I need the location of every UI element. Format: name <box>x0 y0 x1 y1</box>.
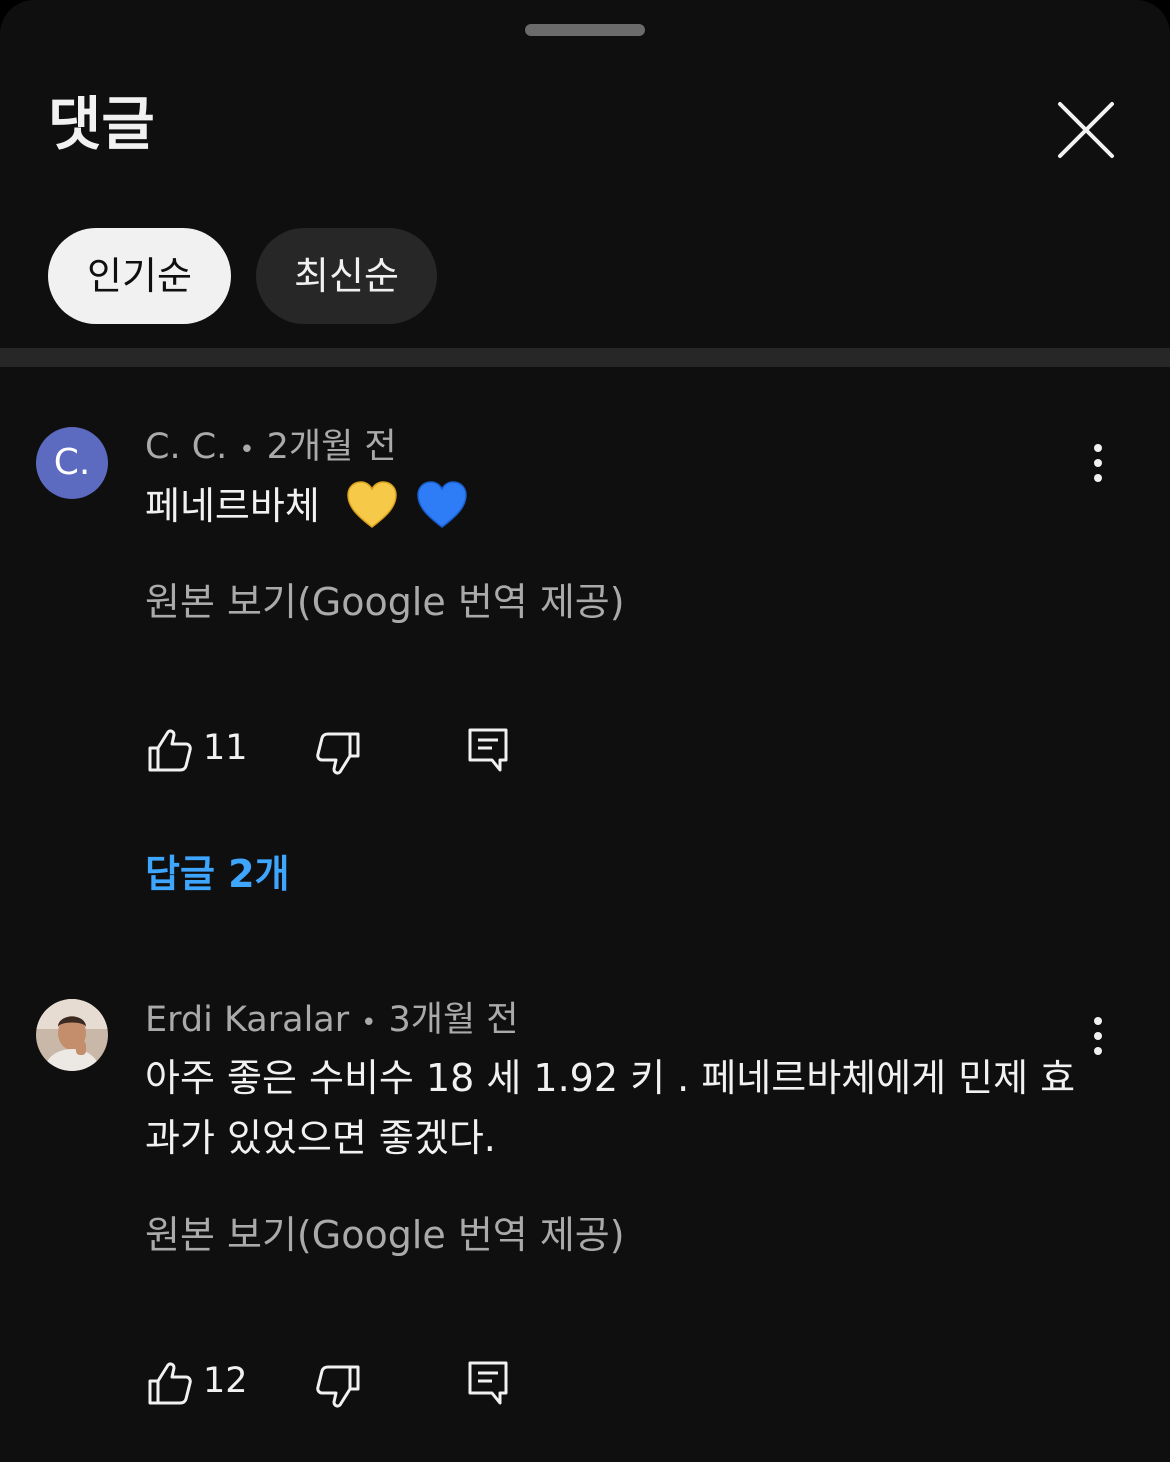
comment-text: 페네르바체 <box>145 476 1105 536</box>
close-icon[interactable] <box>1052 96 1120 164</box>
meta-separator: • <box>361 1008 377 1038</box>
sort-chip-top[interactable]: 인기순 <box>48 228 231 324</box>
comment-text-body: 페네르바체 <box>145 484 320 528</box>
section-divider <box>0 348 1170 367</box>
replies-link[interactable]: 답글 2개 <box>145 850 290 898</box>
reply-icon[interactable] <box>464 1359 512 1407</box>
comment-time: 2개월 전 <box>266 427 397 467</box>
like-count: 11 <box>203 728 248 768</box>
comments-sheet: 댓글 인기순 최신순 C. C. C. • 2개월 전 페네르바체 원본 보기(Go… <box>0 0 1170 1462</box>
sheet-title: 댓글 <box>48 90 155 158</box>
comment-author[interactable]: Erdi Karalar <box>145 1000 349 1040</box>
user-photo-icon <box>36 999 108 1071</box>
dislike-icon[interactable] <box>314 730 362 778</box>
comment-time: 3개월 전 <box>388 1000 519 1040</box>
like-count: 12 <box>203 1361 248 1401</box>
dislike-icon[interactable] <box>314 1363 362 1411</box>
comment-author[interactable]: C. C. <box>145 427 227 467</box>
comment-meta: Erdi Karalar • 3개월 전 <box>145 998 518 1045</box>
like-icon[interactable] <box>146 1359 194 1407</box>
yellow-heart-icon <box>347 481 397 528</box>
reply-icon[interactable] <box>464 726 512 774</box>
sort-chip-newest[interactable]: 최신순 <box>256 228 437 324</box>
comment-text: 아주 좋은 수비수 18 세 1.92 키 . 페네르바체에게 민제 효과가 있… <box>145 1056 1076 1160</box>
avatar[interactable]: C. <box>36 427 108 499</box>
show-original-link[interactable]: 원본 보기(Google 번역 제공) <box>145 578 625 626</box>
show-original-link[interactable]: 원본 보기(Google 번역 제공) <box>145 1211 625 1259</box>
blue-heart-icon <box>417 481 467 528</box>
comment-meta: C. C. • 2개월 전 <box>145 425 397 472</box>
drag-handle[interactable] <box>525 24 645 36</box>
like-icon[interactable] <box>146 726 194 774</box>
meta-separator: • <box>239 435 255 465</box>
avatar[interactable] <box>36 999 108 1071</box>
